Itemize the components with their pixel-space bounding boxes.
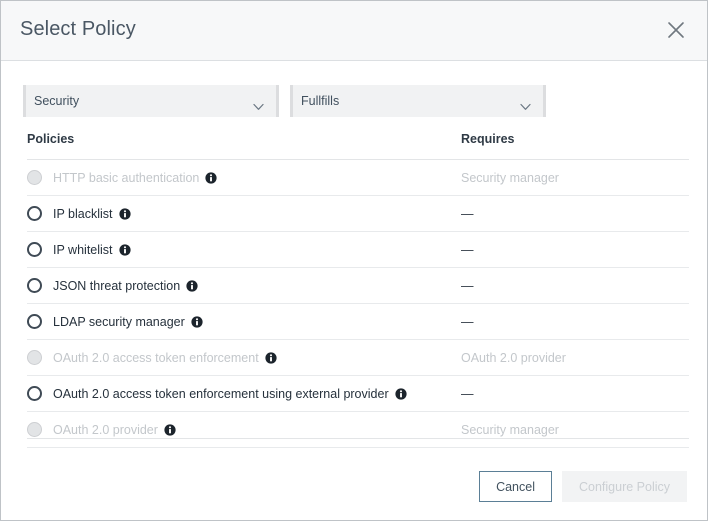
footer-divider <box>27 438 689 439</box>
dialog-header: Select Policy <box>1 1 707 61</box>
policy-cell: OAuth 2.0 provider <box>27 421 461 439</box>
table-row[interactable]: IP whitelist — <box>27 232 689 268</box>
table-row[interactable]: JSON threat protection — <box>27 268 689 304</box>
table-row[interactable]: LDAP security manager — <box>27 304 689 340</box>
policy-category-value: Security <box>26 94 79 108</box>
table-row: HTTP basic authentication Security manage… <box>27 160 689 196</box>
info-icon[interactable] <box>395 387 407 399</box>
info-icon[interactable] <box>119 243 131 255</box>
policy-radio <box>27 422 42 437</box>
policy-cell: HTTP basic authentication <box>27 169 461 187</box>
policy-label-wrap: IP whitelist <box>53 241 131 259</box>
policy-radio[interactable] <box>27 242 42 257</box>
table-row: OAuth 2.0 provider Security manager <box>27 412 689 448</box>
column-header-requires: Requires <box>461 132 689 146</box>
requires-cell: — <box>461 315 689 329</box>
policy-category-select[interactable]: Security <box>23 85 279 117</box>
policy-label: OAuth 2.0 provider <box>53 423 158 437</box>
chevron-down-icon <box>253 98 264 105</box>
policy-label: OAuth 2.0 access token enforcement using… <box>53 387 389 401</box>
info-icon[interactable] <box>265 351 277 363</box>
table-header-row: Policies Requires <box>27 132 689 160</box>
info-icon[interactable] <box>205 171 217 183</box>
policy-label-wrap: OAuth 2.0 access token enforcement <box>53 349 277 367</box>
policy-cell: IP whitelist <box>27 241 461 259</box>
policy-cell: IP blacklist <box>27 205 461 223</box>
policy-radio[interactable] <box>27 206 42 221</box>
table-body: HTTP basic authentication Security manage… <box>27 160 689 448</box>
policy-label: HTTP basic authentication <box>53 171 199 185</box>
table-row[interactable]: OAuth 2.0 access token enforcement using… <box>27 376 689 412</box>
policy-cell: JSON threat protection <box>27 277 461 295</box>
dialog-footer: Cancel Configure Policy <box>479 471 687 502</box>
policy-label: IP blacklist <box>53 207 113 221</box>
policy-cell: OAuth 2.0 access token enforcement <box>27 349 461 367</box>
policy-label: IP whitelist <box>53 243 113 257</box>
requires-cell: — <box>461 207 689 221</box>
requires-cell: Security manager <box>461 423 689 437</box>
cancel-button[interactable]: Cancel <box>479 471 552 502</box>
policy-cell: OAuth 2.0 access token enforcement using… <box>27 385 461 403</box>
select-policy-dialog: Select Policy Security Fullfills <box>0 0 708 521</box>
requires-cell: — <box>461 243 689 257</box>
table-row: OAuth 2.0 access token enforcement OAuth … <box>27 340 689 376</box>
policy-label: LDAP security manager <box>53 315 185 329</box>
configure-policy-button[interactable]: Configure Policy <box>562 471 687 502</box>
policy-label-wrap: LDAP security manager <box>53 313 203 331</box>
policy-radio[interactable] <box>27 314 42 329</box>
column-header-policies: Policies <box>27 132 461 146</box>
policy-radio <box>27 350 42 365</box>
requires-cell: Security manager <box>461 171 689 185</box>
policy-relation-value: Fullfills <box>293 94 339 108</box>
requires-cell: OAuth 2.0 provider <box>461 351 689 365</box>
info-icon[interactable] <box>164 423 176 435</box>
policy-radio[interactable] <box>27 278 42 293</box>
chevron-down-icon <box>520 98 531 105</box>
requires-cell: — <box>461 279 689 293</box>
policy-radio[interactable] <box>27 386 42 401</box>
policy-relation-select[interactable]: Fullfills <box>290 85 546 117</box>
policy-table: Policies Requires HTTP basic authenticat… <box>27 132 689 448</box>
filter-bar: Security Fullfills <box>23 85 546 117</box>
table-row[interactable]: IP blacklist — <box>27 196 689 232</box>
close-icon[interactable] <box>661 15 691 45</box>
policy-label-wrap: JSON threat protection <box>53 277 198 295</box>
policy-label-wrap: OAuth 2.0 provider <box>53 421 176 439</box>
policy-label-wrap: HTTP basic authentication <box>53 169 217 187</box>
policy-cell: LDAP security manager <box>27 313 461 331</box>
info-icon[interactable] <box>191 315 203 327</box>
info-icon[interactable] <box>119 207 131 219</box>
info-icon[interactable] <box>186 279 198 291</box>
page-title: Select Policy <box>20 18 136 41</box>
policy-radio <box>27 170 42 185</box>
policy-label-wrap: OAuth 2.0 access token enforcement using… <box>53 385 407 403</box>
policy-label: OAuth 2.0 access token enforcement <box>53 351 259 365</box>
requires-cell: — <box>461 387 689 401</box>
policy-label-wrap: IP blacklist <box>53 205 131 223</box>
policy-label: JSON threat protection <box>53 279 180 293</box>
